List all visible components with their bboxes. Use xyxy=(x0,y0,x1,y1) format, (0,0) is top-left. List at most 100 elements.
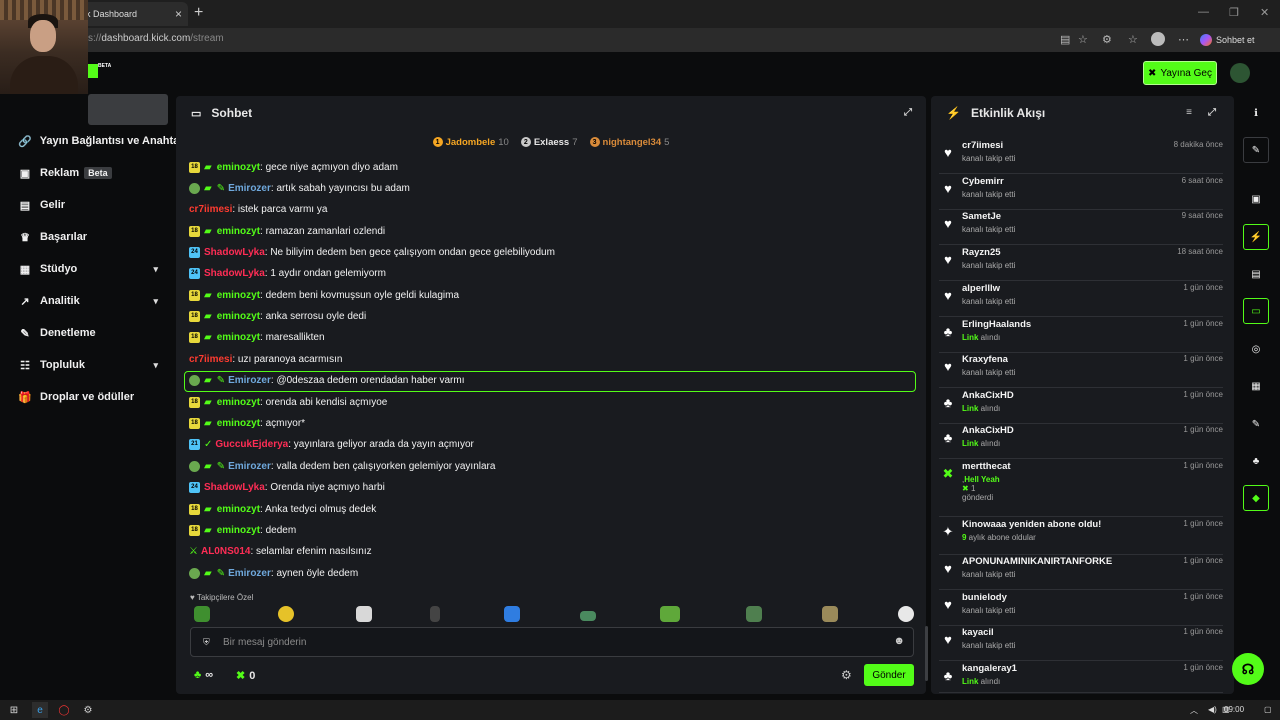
favorite-icon[interactable]: ☆ xyxy=(1078,33,1088,46)
wrench-icon[interactable]: ✎ xyxy=(1243,411,1269,437)
chat-message[interactable]: ⚔ AL0NS014: selamlar efenim nasılsınız xyxy=(189,542,372,560)
activity-feed-toggle-icon[interactable]: ⚡ xyxy=(1243,224,1269,250)
event-username[interactable]: Cybemirr xyxy=(962,176,1004,187)
event-username[interactable]: AnkaCixHD xyxy=(962,425,1014,436)
kick-logo[interactable] xyxy=(88,64,98,78)
leaderboard-entry[interactable]: 1 Jadombele 10 xyxy=(432,134,509,150)
url-text[interactable]: s://dashboard.kick.com/stream xyxy=(88,33,224,44)
more-menu-icon[interactable]: ⋯ xyxy=(1178,33,1189,46)
close-tab-icon[interactable]: × xyxy=(175,7,182,21)
activity-event[interactable]: ♥ alperlllw 1 gün önce kanalı takip etti xyxy=(939,283,1223,317)
chat-username[interactable]: eminozyt xyxy=(217,332,260,343)
opera-icon[interactable]: ◯ xyxy=(58,704,70,716)
chat-settings-icon[interactable]: ⚙ xyxy=(841,668,852,682)
activity-event[interactable]: ♥ cr7iimesi 8 dakika önce kanalı takip etti xyxy=(939,140,1223,174)
sidebar-item-achievements[interactable]: ♛ Başarılar xyxy=(18,227,176,247)
extensions-icon[interactable]: ⚙ xyxy=(1102,33,1112,46)
activity-event[interactable]: ♥ Kraxyfena 1 gün önce kanalı takip etti xyxy=(939,354,1223,388)
expand-icon[interactable]: ⤢ xyxy=(1208,107,1216,118)
chat-message[interactable]: 18 ▰ eminozyt: anka serrosu oyle dedi xyxy=(189,307,366,325)
sidebar-item-stream-key[interactable]: 🔗 Yayın Bağlantısı ve Anahtarı xyxy=(18,131,176,151)
video-icon[interactable]: ▣ xyxy=(1243,186,1269,212)
emote-icon[interactable] xyxy=(504,606,520,622)
event-username[interactable]: APONUNAMINIKANIRTANFORKE xyxy=(962,556,1112,567)
chat-username[interactable]: GuccukEjderya xyxy=(215,439,288,450)
drops-icon[interactable]: ◆ xyxy=(1243,485,1269,511)
event-username[interactable]: Rayzn25 xyxy=(962,247,1001,258)
clock[interactable]: 09:00 xyxy=(1224,705,1244,714)
chat-message[interactable]: 24 ShadowLyka: 1 aydır ondan gelemiyorm xyxy=(189,264,386,282)
help-support-icon[interactable]: ☊ xyxy=(1232,653,1264,685)
list-icon[interactable]: ▤ xyxy=(1243,261,1269,287)
sidebar-item-analytics[interactable]: ↗ Analitik ▾ xyxy=(18,291,176,311)
activity-event[interactable]: ♥ kayacil 1 gün önce kanalı takip etti xyxy=(939,627,1223,661)
record-icon[interactable]: ◎ xyxy=(1243,336,1269,362)
reader-icon[interactable]: ▤ xyxy=(1060,33,1070,46)
emote-icon[interactable] xyxy=(580,611,596,621)
volume-icon[interactable]: ◀) xyxy=(1208,705,1217,714)
chevron-down-icon[interactable]: ▾ xyxy=(153,264,158,275)
chevron-down-icon[interactable]: ▾ xyxy=(153,360,158,371)
event-username[interactable]: kangaleray1 xyxy=(962,663,1017,674)
activity-event[interactable]: ✖ mertthecat 1 gün önce ,Hell Yeah ✖ 1 gönder… xyxy=(939,461,1223,517)
activity-event[interactable]: ♥ SametJe 9 saat önce kanalı takip etti xyxy=(939,211,1223,245)
user-avatar[interactable] xyxy=(1230,63,1250,83)
chat-message[interactable]: 21 ✓ GuccukEjderya: yayınlara geliyor arad… xyxy=(189,435,474,453)
chat-username[interactable]: Emirozer xyxy=(228,183,271,194)
edit-icon[interactable]: ✎ xyxy=(1243,137,1269,163)
chat-message[interactable]: ▰ ✎ Emirozer: artık sabah yayıncısı bu ada… xyxy=(189,179,410,197)
activity-event[interactable]: ♣ AnkaCixHD 1 gün önce Link alındı xyxy=(939,425,1223,459)
chat-username[interactable]: eminozyt xyxy=(217,226,260,237)
chat-username[interactable]: cr7iimesi xyxy=(189,204,232,215)
go-live-button[interactable]: ✖ Yayına Geç xyxy=(1143,61,1217,85)
event-username[interactable]: alperlllw xyxy=(962,283,1000,294)
sidebar-item-studio[interactable]: ▦ Stüdyo ▾ xyxy=(18,259,176,279)
rewards-icon[interactable]: ♣ xyxy=(1243,448,1269,474)
activity-event[interactable]: ♣ AnkaCixHD 1 gün önce Link alındı xyxy=(939,390,1223,424)
event-username[interactable]: mertthecat xyxy=(962,461,1011,472)
activity-event[interactable]: ♥ APONUNAMINIKANIRTANFORKE 1 gün önce kanal… xyxy=(939,556,1223,590)
emote-icon[interactable] xyxy=(660,606,680,622)
activity-event[interactable]: ♣ ErlingHaalands 1 gün önce Link alındı xyxy=(939,319,1223,353)
chat-username[interactable]: cr7iimesi xyxy=(189,354,232,365)
settings-app-icon[interactable]: ⚙ xyxy=(82,704,94,716)
emote-icon[interactable] xyxy=(822,606,838,622)
notification-icon[interactable]: ▢ xyxy=(1264,705,1272,714)
minimize-icon[interactable]: — xyxy=(1198,6,1209,18)
chat-username[interactable]: eminozyt xyxy=(217,525,260,536)
new-tab-icon[interactable]: + xyxy=(194,4,203,22)
chat-message[interactable]: ▰ ✎ Emirozer: valla dedem ben çalışıyorken… xyxy=(189,457,495,475)
sidebar-active-item[interactable] xyxy=(88,94,168,125)
address-bar[interactable]: s://dashboard.kick.com/stream ▤ ☆ ⚙ ☆ ⋯ … xyxy=(0,28,1280,52)
event-username[interactable]: kayacil xyxy=(962,627,994,638)
chat-username[interactable]: eminozyt xyxy=(217,311,260,322)
emote-icon[interactable] xyxy=(746,606,762,622)
close-window-icon[interactable]: ✕ xyxy=(1260,6,1269,19)
leaderboard-entry[interactable]: 3 nightangel34 5 xyxy=(589,134,669,150)
leaderboard-entry[interactable]: 2 Exlaess 7 xyxy=(520,134,578,150)
event-username[interactable]: SametJe xyxy=(962,211,1001,222)
send-button[interactable]: Gönder xyxy=(864,664,914,686)
filter-icon[interactable]: ≡ xyxy=(1186,107,1192,118)
edge-browser-icon[interactable]: e xyxy=(32,702,48,718)
calendar-icon[interactable]: ▦ xyxy=(1243,373,1269,399)
chat-toggle-icon[interactable]: ▭ xyxy=(1243,298,1269,324)
sidebar-item-moderation[interactable]: ✎ Denetleme xyxy=(18,323,176,343)
chat-message[interactable]: 24 ShadowLyka: Ne biliyim dedem ben gece … xyxy=(189,243,555,261)
tray-expand-icon[interactable]: ︿ xyxy=(1190,705,1198,716)
info-icon[interactable]: ℹ xyxy=(1243,100,1269,126)
chat-message[interactable]: 18 ▰ eminozyt: ramazan zamanlari ozlendi xyxy=(189,222,385,240)
chat-username[interactable]: AL0NS014 xyxy=(201,546,250,557)
emote-icon[interactable] xyxy=(278,606,294,622)
chat-username[interactable]: eminozyt xyxy=(217,397,260,408)
chat-username[interactable]: ShadowLyka xyxy=(204,268,265,279)
emote-icon[interactable] xyxy=(430,606,440,622)
collections-icon[interactable]: ☆ xyxy=(1128,33,1138,46)
emote-icon[interactable] xyxy=(356,606,372,622)
sidebar-item-community[interactable]: ☷ Topluluk ▾ xyxy=(18,355,176,375)
chat-username[interactable]: Emirozer xyxy=(228,375,271,386)
chat-message[interactable]: 18 ▰ eminozyt: gece niye açmıyon diyo adam xyxy=(189,158,398,176)
sidebar-item-revenue[interactable]: ▤ Gelir xyxy=(18,195,176,215)
chat-message[interactable]: 18 ▰ eminozyt: dedem xyxy=(189,521,296,539)
event-username[interactable]: Kraxyfena xyxy=(962,354,1008,365)
